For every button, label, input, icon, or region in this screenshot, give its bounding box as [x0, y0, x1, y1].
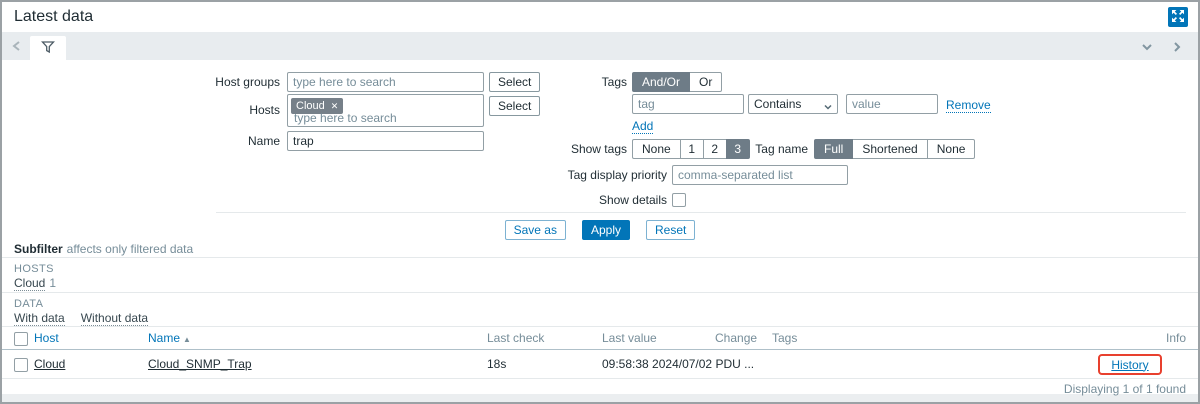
tag-name-full[interactable]: Full: [814, 139, 853, 159]
row-host-link[interactable]: Cloud: [34, 357, 65, 371]
tag-display-priority-input[interactable]: [672, 165, 848, 185]
show-tags-1[interactable]: 1: [680, 139, 704, 159]
subfilter-title: Subfilter affects only filtered data: [14, 242, 193, 256]
column-header-change: Change: [715, 328, 757, 349]
host-groups-label: Host groups: [2, 72, 280, 92]
row-name-cell: Cloud_SNMP_Trap: [148, 351, 252, 377]
column-header-tags: Tags: [772, 328, 797, 349]
select-all-checkbox[interactable]: [14, 332, 28, 346]
hosts-search-placeholder: type here to search: [294, 111, 397, 125]
select-chevron-down-icon: [823, 99, 833, 117]
history-annotation-box: History: [1098, 354, 1162, 375]
hosts-multiselect[interactable]: Cloud ✕ type here to search: [287, 94, 484, 127]
tags-operator-andor[interactable]: And/Or: [632, 72, 690, 92]
tag-name-shortened[interactable]: Shortened: [852, 139, 927, 159]
tag-remove-link[interactable]: Remove: [946, 98, 991, 113]
scroll-right-chevron-icon[interactable]: [1170, 40, 1184, 54]
sort-asc-icon: ▲: [183, 335, 191, 344]
row-last-value-cell: 09:58:38 2024/07/02 PDU ...: [602, 351, 754, 377]
form-divider: [216, 212, 1186, 213]
tag-operator-select[interactable]: Contains: [748, 94, 838, 114]
reset-button[interactable]: Reset: [646, 220, 695, 240]
row-item-name-link[interactable]: Cloud_SNMP_Trap: [148, 357, 252, 371]
subfilter-host-link[interactable]: Cloud: [14, 276, 45, 291]
subfilter-without-data-link[interactable]: Without data: [81, 311, 148, 326]
name-label: Name: [2, 131, 280, 151]
app-window: Latest data: [0, 0, 1200, 404]
subfilter-host-count: 1: [49, 276, 56, 290]
column-header-last-value: Last value: [602, 328, 657, 349]
result-count-summary: Displaying 1 of 1 found: [1064, 382, 1186, 396]
column-header-name[interactable]: Name▲: [148, 328, 191, 350]
tag-operator-value: Contains: [754, 97, 801, 111]
filter-buttons-row: Save as Apply Reset: [2, 220, 1198, 240]
show-tags-label: Show tags: [502, 139, 627, 159]
tags-operator-segmented: And/Or Or: [632, 72, 722, 92]
tab-filter[interactable]: [30, 36, 66, 60]
apply-button[interactable]: Apply: [582, 220, 630, 240]
show-details-label: Show details: [522, 190, 667, 210]
subfilter-host-item: Cloud 1: [14, 276, 56, 290]
host-groups-select-button[interactable]: Select: [489, 72, 540, 92]
fullscreen-arrows-icon: [1171, 9, 1185, 26]
show-details-checkbox[interactable]: [672, 193, 686, 207]
tag-add-link[interactable]: Add: [632, 119, 653, 134]
tag-name-input[interactable]: [632, 94, 744, 114]
subfilter-with-data-link[interactable]: With data: [14, 311, 65, 326]
subfilter-data-heading: DATA: [14, 298, 43, 310]
show-tags-segmented: None 1 2 3: [632, 139, 750, 159]
subfilter-hosts-heading: HOSTS: [14, 263, 54, 275]
table-header-row: Host Name▲ Last check Last value Change …: [2, 328, 1198, 350]
tag-name-segmented: Full Shortened None: [814, 139, 975, 159]
row-last-check-cell: 18s: [487, 351, 506, 377]
table-top-divider: [2, 326, 1198, 327]
subfilter-data-links: With data Without data: [14, 311, 148, 326]
history-link[interactable]: History: [1111, 358, 1148, 372]
table-row: Cloud Cloud_SNMP_Trap 18s 09:58:38 2024/…: [2, 351, 1198, 379]
subfilter-subtitle: affects only filtered data: [67, 242, 194, 256]
column-header-host[interactable]: Host: [34, 328, 59, 349]
column-header-info: Info: [1166, 328, 1186, 349]
show-tags-2[interactable]: 2: [703, 139, 727, 159]
show-tags-3[interactable]: 3: [726, 139, 750, 159]
collapse-filter-chevron-icon[interactable]: [1140, 40, 1154, 54]
filter-tab-strip: [2, 32, 1198, 60]
tags-operator-or[interactable]: Or: [689, 72, 722, 92]
column-header-last-check: Last check: [487, 328, 544, 349]
kiosk-mode-button[interactable]: [1168, 7, 1188, 27]
subfilter-hosts-links: Cloud 1: [14, 276, 56, 290]
filter-panel: Host groups Select Hosts Cloud ✕ type he…: [2, 60, 1198, 394]
show-tags-none[interactable]: None: [632, 139, 681, 159]
host-groups-input[interactable]: [287, 72, 484, 92]
tag-value-input[interactable]: [846, 94, 938, 114]
hosts-select-button[interactable]: Select: [489, 96, 540, 116]
save-as-button[interactable]: Save as: [505, 220, 566, 240]
tag-name-mode-label: Tag name: [752, 139, 808, 159]
subfilter-divider-1: [2, 257, 1198, 258]
hosts-label: Hosts: [2, 100, 280, 120]
tag-name-none[interactable]: None: [927, 139, 976, 159]
subfilter-divider-2: [2, 292, 1198, 293]
filter-funnel-icon: [41, 40, 55, 57]
row-checkbox[interactable]: [14, 358, 28, 372]
subfilter-title-text: Subfilter: [14, 242, 63, 256]
tag-display-priority-label: Tag display priority: [522, 165, 667, 185]
row-host-cell: Cloud: [34, 351, 65, 377]
scroll-left-chevron-icon[interactable]: [10, 39, 24, 53]
name-input[interactable]: [287, 131, 484, 151]
page-title: Latest data: [14, 8, 93, 26]
page-header: Latest data: [2, 2, 1198, 32]
tags-label: Tags: [542, 72, 627, 92]
